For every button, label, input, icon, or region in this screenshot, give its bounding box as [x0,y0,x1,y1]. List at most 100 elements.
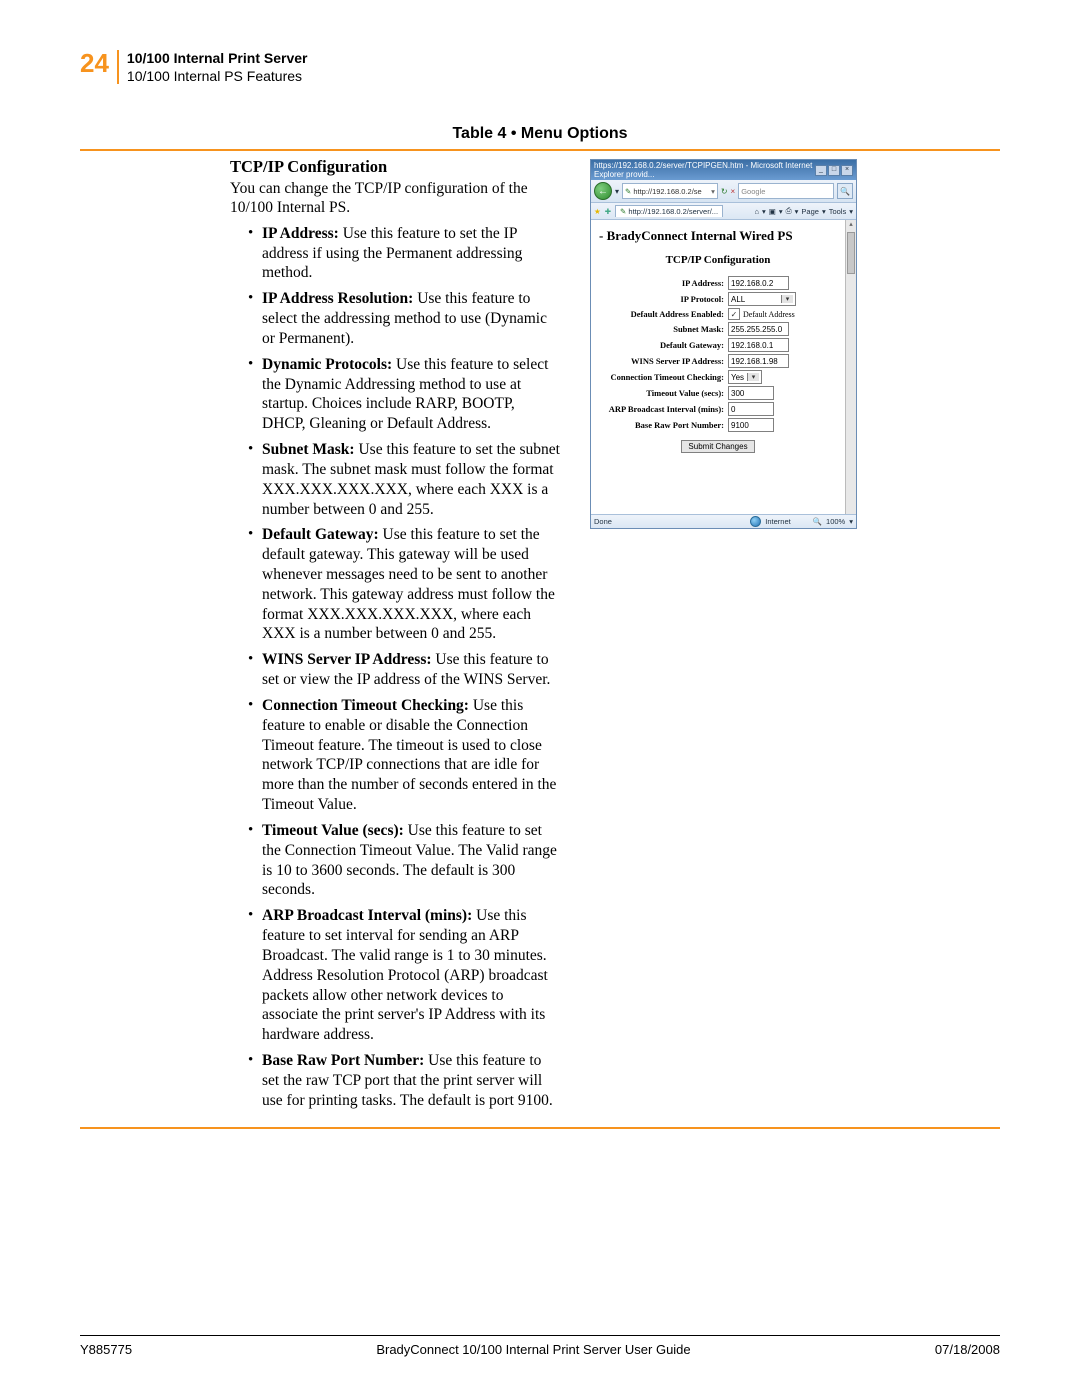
list-item: Connection Timeout Checking: Use this fe… [248,696,560,815]
browser-tab[interactable]: ✎ http://192.168.0.2/server/... [615,205,723,217]
favorites-icon[interactable]: ★ [594,207,601,216]
globe-icon [750,516,761,527]
page-header: 24 10/100 Internal Print Server 10/100 I… [80,50,1000,85]
form-row: Base Raw Port Number: 9100 [599,418,837,432]
address-text: http://192.168.0.2/se [633,187,701,196]
default-address-checkbox[interactable]: ✓ [728,308,740,320]
refresh-icon[interactable]: ↻ [721,187,728,196]
tools-menu[interactable]: Tools [829,207,847,216]
field-label: ARP Broadcast Interval (mins): [599,404,728,414]
page-number: 24 [80,50,109,76]
form-row: WINS Server IP Address: 192.168.1.98 [599,354,837,368]
select-value: Yes [731,373,747,382]
form-row: Default Gateway: 192.168.0.1 [599,338,837,352]
field-label: Connection Timeout Checking: [599,372,728,382]
arp-interval-input[interactable]: 0 [728,402,774,416]
scroll-thumb[interactable] [847,232,855,274]
submit-changes-button[interactable]: Submit Changes [681,440,754,453]
scroll-up-icon[interactable]: ▴ [846,220,856,230]
item-text: Use this feature to enable or disable th… [262,697,556,813]
nav-dropdown-icon[interactable]: ▾ [615,187,619,196]
ip-address-input[interactable]: 192.168.0.2 [728,276,789,290]
form-row: Connection Timeout Checking: Yes ▾ [599,370,837,384]
base-port-input[interactable]: 9100 [728,418,774,432]
chevron-down-icon: ▾ [781,295,793,303]
default-gateway-input[interactable]: 192.168.0.1 [728,338,789,352]
chevron-down-icon: ▾ [747,373,759,381]
browser-status-bar: Done Internet 🔍 100% ▾ [591,514,856,528]
form-row: IP Protocol: ALL ▾ [599,292,837,306]
search-go-button[interactable]: 🔍 [837,183,853,199]
subnet-mask-input[interactable]: 255.255.255.0 [728,322,789,336]
window-buttons: _ □ × [815,165,853,176]
status-zone: Internet [765,517,790,526]
item-label: Subnet Mask: [262,441,355,458]
browser-window: https://192.168.0.2/server/TCPIPGEN.htm … [590,159,857,529]
list-item: Timeout Value (secs): Use this feature t… [248,821,560,900]
checkbox-text: Default Address [743,310,795,319]
list-item: Base Raw Port Number: Use this feature t… [248,1051,560,1110]
add-favorite-icon[interactable]: ✚ [605,207,611,216]
tab-icon: ✎ [620,207,626,216]
right-column: https://192.168.0.2/server/TCPIPGEN.htm … [580,155,1000,1117]
browser-tab-toolbar: ★ ✚ ✎ http://192.168.0.2/server/... ⌂▾ ▣… [591,203,856,220]
content-box: TCP/IP Configuration You can change the … [80,149,1000,1129]
item-label: Timeout Value (secs): [262,822,404,839]
chevron-down-icon[interactable]: ▾ [849,517,853,526]
field-label: IP Address: [599,278,728,288]
item-label: IP Address: [262,225,339,242]
footer-center: BradyConnect 10/100 Internal Print Serve… [376,1342,690,1357]
field-label: Subnet Mask: [599,324,728,334]
search-box[interactable]: Google [738,183,834,199]
conn-timeout-select[interactable]: Yes ▾ [728,370,762,384]
feed-icon[interactable]: ▣ [769,207,776,216]
browser-content: - BradyConnect Internal Wired PS TCP/IP … [591,220,845,514]
home-icon[interactable]: ⌂ [755,207,760,216]
status-done: Done [594,517,612,526]
field-label: Default Address Enabled: [599,309,728,319]
field-label: Default Gateway: [599,340,728,350]
header-title: 10/100 Internal Print Server [127,50,308,68]
footer-left: Y885775 [80,1342,132,1357]
item-label: Default Gateway: [262,526,379,543]
content-subheading: TCP/IP Configuration [599,254,837,266]
ip-protocol-select[interactable]: ALL ▾ [728,292,796,306]
form-row: IP Address: 192.168.0.2 [599,276,837,290]
form-row: Timeout Value (secs): 300 [599,386,837,400]
content-wrap: - BradyConnect Internal Wired PS TCP/IP … [591,220,856,514]
field-label: IP Protocol: [599,294,728,304]
timeout-value-input[interactable]: 300 [728,386,774,400]
list-item: ARP Broadcast Interval (mins): Use this … [248,906,560,1045]
tab-tools: ⌂▾ ▣▾ ⎙▾ Page▾ Tools▾ [755,206,854,216]
maximize-icon[interactable]: □ [828,165,840,176]
browser-title: https://192.168.0.2/server/TCPIPGEN.htm … [594,161,815,179]
close-icon[interactable]: × [841,165,853,176]
header-divider [117,50,119,84]
left-column: TCP/IP Configuration You can change the … [80,155,560,1117]
field-label: Base Raw Port Number: [599,420,728,430]
bullet-list: IP Address: Use this feature to set the … [230,224,560,1111]
list-item: IP Address: Use this feature to set the … [248,224,560,283]
header-subtitle: 10/100 Internal PS Features [127,68,308,86]
table-caption: Table 4 • Menu Options [80,125,1000,143]
chevron-down-icon[interactable]: ▾ [711,187,715,196]
item-label: Dynamic Protocols: [262,356,392,373]
back-button[interactable]: ← [594,182,612,200]
form-row: Default Address Enabled: ✓ Default Addre… [599,308,837,320]
select-value: ALL [731,295,781,304]
list-item: Default Gateway: Use this feature to set… [248,525,560,644]
address-bar[interactable]: ✎ http://192.168.0.2/se ▾ [622,183,718,199]
minimize-icon[interactable]: _ [815,165,827,176]
list-item: IP Address Resolution: Use this feature … [248,289,560,348]
page-menu[interactable]: Page [801,207,819,216]
field-label: WINS Server IP Address: [599,356,728,366]
field-label: Timeout Value (secs): [599,388,728,398]
tab-label: http://192.168.0.2/server/... [628,207,718,216]
section-intro: You can change the TCP/IP configuration … [230,179,560,218]
stop-icon[interactable]: × [731,187,736,196]
chevron-down-icon[interactable]: ▾ [762,207,766,216]
scrollbar[interactable]: ▴ [845,220,856,514]
wins-input[interactable]: 192.168.1.98 [728,354,789,368]
print-icon[interactable]: ⎙ [786,206,792,216]
form-row: ARP Broadcast Interval (mins): 0 [599,402,837,416]
